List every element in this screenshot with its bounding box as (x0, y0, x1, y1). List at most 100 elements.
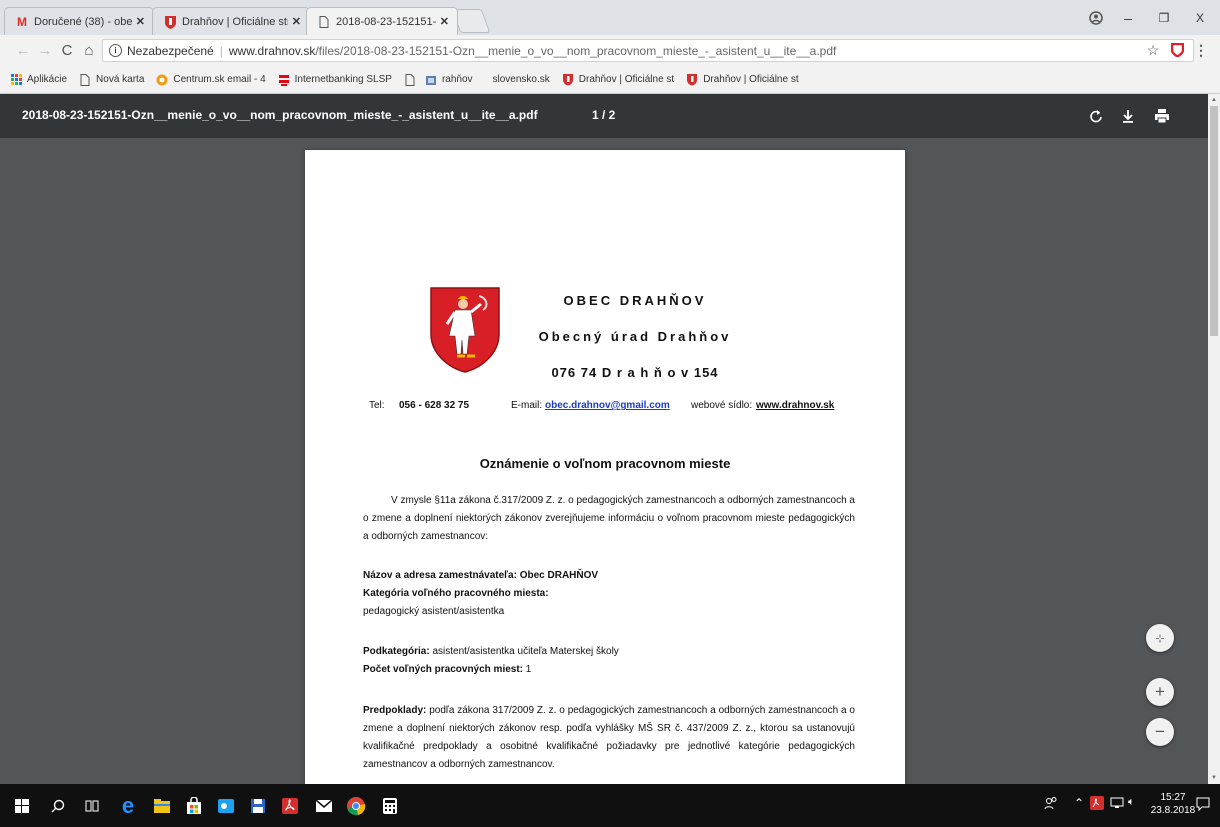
coat-of-arms-icon (163, 15, 177, 29)
acrobat-tray-icon[interactable] (1090, 796, 1104, 813)
people-icon[interactable] (1044, 796, 1058, 813)
close-tab-icon[interactable]: ✕ (292, 15, 301, 28)
calculator-icon[interactable] (378, 794, 402, 818)
office-address: 076 74 D r a h ň o v 154 (551, 365, 719, 380)
security-label[interactable]: Nezabezpečené (127, 44, 214, 58)
gmail-icon: M (17, 14, 27, 29)
employer-line: Názov a adresa zamestnávateľa: Obec DRAH… (363, 570, 599, 581)
star-icon[interactable]: ☆ (1142, 39, 1164, 61)
folder-image-icon (425, 74, 437, 86)
subcategory-label: Podkategória: (363, 646, 430, 657)
bookmark-label: slovensko.sk (492, 74, 550, 85)
tab-label: Doručené (38) - obec.dra (34, 15, 132, 28)
bookmark-rahnov[interactable]: rahňov (404, 73, 473, 86)
fit-to-page-button[interactable]: ⊹ (1146, 624, 1174, 652)
menu-icon[interactable]: ⋮ (1190, 39, 1212, 61)
bookmark-slsp[interactable]: Internetbanking SLSP (278, 74, 392, 86)
prerequisites-text: podľa zákona 317/2009 Z. z. o pedagogick… (363, 705, 855, 770)
separator: | (219, 43, 223, 58)
scroll-up-icon[interactable]: ▲ (1210, 96, 1218, 104)
subcategory-line: Podkategória: asistent/asistentka učiteľ… (363, 646, 619, 657)
pdf-filename: 2018-08-23-152151-Ozn__menie_o_vo__nom_p… (22, 108, 538, 122)
bookmark-new-tab[interactable]: Nová karta (79, 73, 145, 86)
mail-icon[interactable] (312, 794, 336, 818)
bookmark-label: Internetbanking SLSP (294, 74, 392, 85)
shield-icon[interactable] (1166, 39, 1188, 61)
bookmark-drahnov-2[interactable]: Drahňov | Oficiálne st (686, 74, 799, 86)
address-bar[interactable]: i Nezabezpečené | www.drahnov.sk/files/2… (102, 39, 1194, 62)
chrome-icon[interactable] (344, 794, 368, 818)
bookmark-label: Aplikácie (27, 74, 68, 85)
prerequisites-label: Predpoklady: (363, 705, 427, 716)
edge-icon[interactable]: e (116, 793, 140, 818)
zoom-in-button[interactable]: + (1146, 678, 1174, 706)
windows-start-icon[interactable] (10, 794, 34, 818)
tel-value: 056 - 628 32 75 (399, 400, 470, 411)
bookmark-centrum[interactable]: Centrum.sk email - 4 (156, 74, 266, 86)
home-icon[interactable]: ⌂ (78, 39, 100, 61)
save-app-icon[interactable] (246, 794, 270, 818)
url-host: www.drahnov.sk (228, 43, 316, 58)
clock-date: 23.8.2018 (1150, 805, 1196, 816)
page-indicator[interactable]: 1 / 2 (592, 108, 615, 122)
show-hidden-icons-icon[interactable]: ⌃ (1074, 796, 1084, 810)
search-icon[interactable] (46, 794, 70, 818)
close-tab-icon[interactable]: ✕ (136, 15, 145, 28)
tab-gmail[interactable]: M Doručené (38) - obec.dra ✕ (4, 7, 154, 35)
zoom-out-button[interactable]: − (1146, 718, 1174, 746)
info-icon[interactable]: i (109, 44, 122, 57)
print-icon[interactable] (1151, 105, 1173, 127)
apps-grid-icon (10, 74, 22, 86)
bookmark-label: Nová karta (96, 74, 145, 85)
browser-toolbar: ← → C ⌂ i Nezabezpečené | www.drahnov.sk… (0, 35, 1220, 66)
bank-icon (278, 74, 290, 86)
document-icon (317, 15, 331, 29)
action-center-icon[interactable] (1196, 797, 1210, 814)
pdf-viewer[interactable]: OBEC DRAHŇOV Obecný úrad Drahňov 076 74 … (0, 138, 1208, 784)
centrum-icon (156, 74, 168, 86)
count-value: 1 (523, 664, 532, 675)
system-clock[interactable]: 15:27 23.8.2018 (1150, 791, 1196, 817)
intro-paragraph: V zmysle §11a zákona č.317/2009 Z. z. o … (363, 492, 855, 546)
municipality-name: OBEC DRAHŇOV (563, 293, 707, 308)
pdf-toolbar: 2018-08-23-152151-Ozn__menie_o_vo__nom_p… (0, 94, 1220, 138)
document-icon (404, 73, 416, 86)
bookmark-slovensko[interactable]: slovensko.sk (493, 74, 550, 85)
close-window-button[interactable]: X (1182, 0, 1218, 35)
task-view-icon[interactable] (80, 794, 104, 818)
email-link[interactable]: obec.drahnov@gmail.com (545, 400, 670, 411)
clock-time: 15:27 (1160, 792, 1186, 803)
outlook-icon[interactable] (214, 794, 238, 818)
download-icon[interactable] (1117, 105, 1139, 127)
profile-icon[interactable] (1078, 0, 1114, 35)
category-label: Kategória voľného pracovného miesta: (363, 588, 549, 599)
tab-drahnov[interactable]: Drahňov | Oficiálne strán ✕ (152, 7, 310, 35)
forward-icon[interactable]: → (34, 39, 56, 61)
minimize-button[interactable]: – (1110, 0, 1146, 35)
intro-text: V zmysle §11a zákona č.317/2009 Z. z. o … (363, 495, 855, 542)
reload-icon[interactable]: C (56, 39, 78, 61)
pdf-reader-icon[interactable] (278, 794, 302, 818)
web-link[interactable]: www.drahnov.sk (756, 400, 834, 411)
bookmark-drahnov-1[interactable]: Drahňov | Oficiálne st (562, 74, 674, 86)
network-icon[interactable] (1110, 796, 1124, 813)
tel-label: Tel: (369, 400, 385, 411)
file-explorer-icon[interactable] (150, 794, 174, 818)
store-icon[interactable] (182, 794, 206, 818)
bookmark-apps[interactable]: Aplikácie (10, 74, 67, 86)
rotate-icon[interactable] (1085, 105, 1107, 127)
count-line: Počet voľných pracovných miest: 1 (363, 664, 531, 675)
tab-label: Drahňov | Oficiálne strán (182, 15, 288, 28)
volume-icon[interactable]: 🔈︎ (1128, 796, 1135, 809)
maximize-button[interactable]: ❐ (1146, 0, 1182, 35)
back-icon[interactable]: ← (12, 39, 34, 61)
scroll-down-icon[interactable]: ▼ (1210, 774, 1218, 782)
coat-of-arms-icon (562, 74, 574, 86)
close-tab-icon[interactable]: ✕ (440, 15, 449, 28)
tab-pdf[interactable]: 2018-08-23-152151-Ozn ✕ (306, 7, 458, 35)
subcategory-value: asistent/asistentka učiteľa Materskej šk… (429, 646, 619, 657)
vertical-scrollbar[interactable]: ▲ ▼ (1208, 94, 1220, 784)
scrollbar-thumb[interactable] (1210, 106, 1218, 336)
pdf-page: OBEC DRAHŇOV Obecný úrad Drahňov 076 74 … (305, 150, 905, 784)
coat-of-arms-icon (686, 74, 698, 86)
